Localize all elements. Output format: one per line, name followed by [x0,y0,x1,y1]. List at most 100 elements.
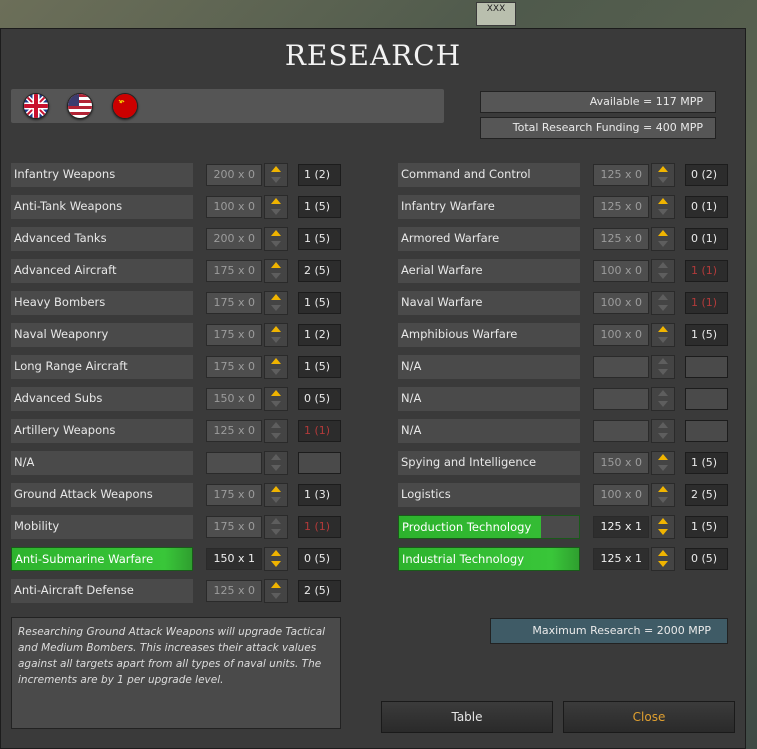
arrow-up-icon[interactable] [271,358,281,364]
arrow-down-icon[interactable] [271,305,281,311]
close-button[interactable]: Close [563,701,735,733]
arrow-down-icon[interactable] [658,401,668,407]
arrow-down-icon[interactable] [271,177,281,183]
tech-label-mobility[interactable]: Mobility [11,515,193,539]
tech-stepper-advanced-aircraft[interactable] [264,259,288,283]
arrow-down-icon[interactable] [658,497,668,503]
arrow-up-icon[interactable] [658,198,668,204]
tech-stepper-armored-warfare[interactable] [651,227,675,251]
tech-label-na-9[interactable]: N/A [11,451,193,475]
arrow-down-icon[interactable] [271,401,281,407]
arrow-up-icon[interactable] [658,262,668,268]
arrow-up-icon[interactable] [658,230,668,236]
tech-stepper-industrial-technology[interactable] [651,547,675,571]
arrow-down-icon[interactable] [658,177,668,183]
arrow-down-icon[interactable] [658,529,668,535]
tech-label-armored-warfare[interactable]: Armored Warfare [398,227,580,251]
arrow-down-icon[interactable] [271,337,281,343]
arrow-down-icon[interactable] [271,593,281,599]
tech-stepper-naval-weaponry[interactable] [264,323,288,347]
ussr-flag-icon[interactable] [112,93,138,119]
map-unit-counter[interactable]: XXX [476,2,516,26]
arrow-down-icon[interactable] [271,241,281,247]
tech-stepper-artillery-weapons[interactable] [264,419,288,443]
tech-stepper-command-and-control[interactable] [651,163,675,187]
arrow-up-icon[interactable] [271,390,281,396]
arrow-down-icon[interactable] [271,209,281,215]
tech-stepper-aerial-warfare[interactable] [651,259,675,283]
arrow-up-icon[interactable] [271,454,281,460]
tech-stepper-infantry-weapons[interactable] [264,163,288,187]
tech-label-command-and-control[interactable]: Command and Control [398,163,580,187]
tech-stepper-heavy-bombers[interactable] [264,291,288,315]
tech-stepper-production-technology[interactable] [651,515,675,539]
arrow-down-icon[interactable] [271,273,281,279]
tech-label-advanced-subs[interactable]: Advanced Subs [11,387,193,411]
tech-stepper-ground-attack-weapons[interactable] [264,483,288,507]
tech-label-naval-warfare[interactable]: Naval Warfare [398,291,580,315]
arrow-down-icon[interactable] [271,433,281,439]
tech-label-artillery-weapons[interactable]: Artillery Weapons [11,419,193,443]
tech-stepper-anti-submarine-warfare[interactable] [264,547,288,571]
arrow-up-icon[interactable] [271,294,281,300]
arrow-down-icon[interactable] [658,465,668,471]
uk-flag-icon[interactable] [23,93,49,119]
arrow-up-icon[interactable] [658,358,668,364]
tech-label-heavy-bombers[interactable]: Heavy Bombers [11,291,193,315]
arrow-up-icon[interactable] [658,518,668,524]
tech-label-logistics[interactable]: Logistics [398,483,580,507]
tech-label-amphibious-warfare[interactable]: Amphibious Warfare [398,323,580,347]
arrow-down-icon[interactable] [658,369,668,375]
arrow-down-icon[interactable] [271,369,281,375]
tech-stepper-infantry-warfare[interactable] [651,195,675,219]
tech-stepper-spying-and-intelligence[interactable] [651,451,675,475]
tech-label-anti-submarine-warfare[interactable]: Anti-Submarine Warfare [11,547,193,571]
tech-stepper-amphibious-warfare[interactable] [651,323,675,347]
tech-label-naval-weaponry[interactable]: Naval Weaponry [11,323,193,347]
tech-label-anti-tank-weapons[interactable]: Anti-Tank Weapons [11,195,193,219]
tech-stepper-na-8[interactable] [651,419,675,443]
arrow-up-icon[interactable] [271,166,281,172]
arrow-down-icon[interactable] [658,337,668,343]
arrow-up-icon[interactable] [271,550,281,556]
arrow-up-icon[interactable] [271,582,281,588]
arrow-up-icon[interactable] [271,326,281,332]
arrow-up-icon[interactable] [271,230,281,236]
arrow-down-icon[interactable] [271,497,281,503]
tech-stepper-logistics[interactable] [651,483,675,507]
tech-label-na-7[interactable]: N/A [398,387,580,411]
arrow-up-icon[interactable] [271,486,281,492]
arrow-down-icon[interactable] [658,433,668,439]
arrow-up-icon[interactable] [658,166,668,172]
arrow-up-icon[interactable] [271,518,281,524]
tech-stepper-naval-warfare[interactable] [651,291,675,315]
tech-stepper-long-range-aircraft[interactable] [264,355,288,379]
arrow-down-icon[interactable] [658,561,668,567]
tech-label-infantry-warfare[interactable]: Infantry Warfare [398,195,580,219]
arrow-up-icon[interactable] [658,454,668,460]
arrow-down-icon[interactable] [658,273,668,279]
tech-label-anti-aircraft-defense[interactable]: Anti-Aircraft Defense [11,579,193,603]
tech-label-long-range-aircraft[interactable]: Long Range Aircraft [11,355,193,379]
arrow-down-icon[interactable] [271,465,281,471]
tech-label-infantry-weapons[interactable]: Infantry Weapons [11,163,193,187]
us-flag-icon[interactable] [67,93,93,119]
tech-label-na-6[interactable]: N/A [398,355,580,379]
table-button[interactable]: Table [381,701,553,733]
arrow-up-icon[interactable] [658,326,668,332]
tech-stepper-na-7[interactable] [651,387,675,411]
tech-label-production-technology[interactable]: Production Technology [398,515,580,539]
tech-stepper-advanced-subs[interactable] [264,387,288,411]
tech-label-ground-attack-weapons[interactable]: Ground Attack Weapons [11,483,193,507]
arrow-down-icon[interactable] [658,241,668,247]
arrow-up-icon[interactable] [658,550,668,556]
arrow-down-icon[interactable] [658,305,668,311]
tech-label-industrial-technology[interactable]: Industrial Technology [398,547,580,571]
arrow-up-icon[interactable] [271,262,281,268]
arrow-up-icon[interactable] [271,198,281,204]
tech-stepper-na-9[interactable] [264,451,288,475]
tech-stepper-mobility[interactable] [264,515,288,539]
tech-label-na-8[interactable]: N/A [398,419,580,443]
arrow-up-icon[interactable] [658,390,668,396]
arrow-up-icon[interactable] [271,422,281,428]
